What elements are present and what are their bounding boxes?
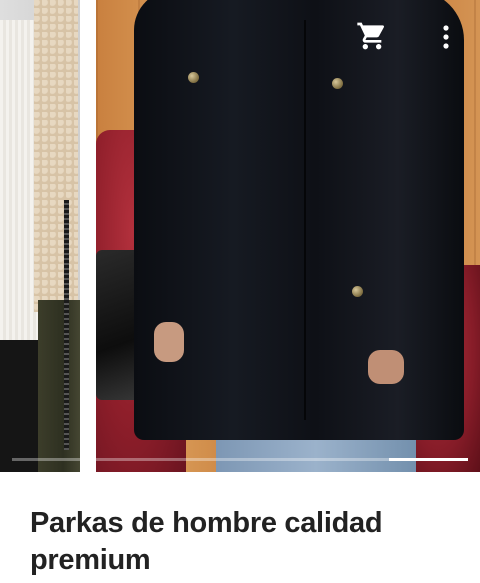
coat-seam: [304, 20, 306, 420]
coat-button: [332, 78, 343, 89]
shopping-cart-icon-glyph: [357, 22, 385, 50]
olive-parka-shell: [38, 300, 80, 472]
more-vertical-icon-glyph: [443, 25, 449, 49]
product-title: Parkas de hombre calidad premium: [30, 507, 383, 576]
left-hand: [154, 322, 184, 362]
coat-button: [352, 286, 363, 297]
product-image-gallery[interactable]: [0, 0, 480, 472]
image-separator: [80, 0, 96, 472]
zipper: [64, 200, 69, 450]
more-vertical-icon[interactable]: [436, 22, 456, 52]
black-pants: [0, 340, 38, 472]
shopping-cart-icon[interactable]: [356, 20, 388, 52]
black-parka: [134, 0, 464, 440]
previous-product-photo[interactable]: [0, 0, 80, 472]
right-hand: [368, 350, 404, 384]
gallery-scroll-indicator: [389, 458, 468, 461]
sherpa-lining: [34, 0, 78, 312]
coat-button: [188, 72, 199, 83]
current-product-photo[interactable]: [96, 0, 480, 472]
